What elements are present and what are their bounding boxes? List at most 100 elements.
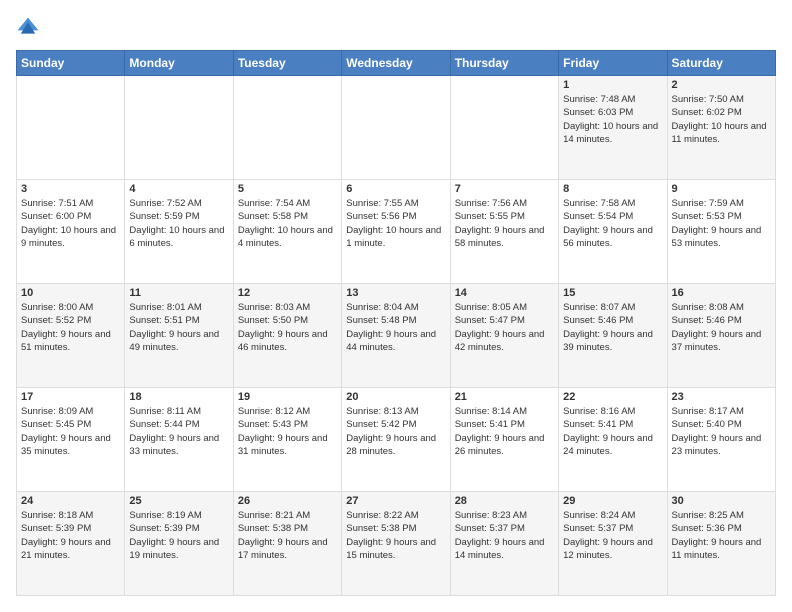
day-number: 4: [129, 183, 228, 195]
day-info-line: Daylight: 10 hours and 9 minutes.: [21, 225, 116, 249]
day-info-line: Daylight: 10 hours and 1 minute.: [346, 225, 441, 249]
day-info-line: Sunrise: 8:07 AM: [563, 302, 635, 313]
day-info-line: Sunset: 5:37 PM: [455, 523, 525, 534]
day-number: 12: [238, 287, 337, 299]
day-info-line: Sunrise: 7:48 AM: [563, 94, 635, 105]
day-info: Sunrise: 8:07 AMSunset: 5:46 PMDaylight:…: [563, 301, 662, 354]
calendar-cell: 11Sunrise: 8:01 AMSunset: 5:51 PMDayligh…: [125, 284, 233, 388]
day-info-line: Daylight: 9 hours and 19 minutes.: [129, 537, 219, 561]
day-info-line: Daylight: 9 hours and 42 minutes.: [455, 329, 545, 353]
day-info: Sunrise: 8:21 AMSunset: 5:38 PMDaylight:…: [238, 509, 337, 562]
calendar-cell: 8 Sunrise: 7:58 AMSunset: 5:54 PMDaylight…: [559, 180, 667, 284]
header: [16, 16, 776, 40]
day-info-line: Sunset: 5:56 PM: [346, 211, 416, 222]
calendar-cell: 4Sunrise: 7:52 AMSunset: 5:59 PMDaylight…: [125, 180, 233, 284]
day-info: Sunrise: 8:04 AM Sunset: 5:48 PM Daylight:…: [346, 301, 445, 354]
day-info-line: Daylight: 9 hours and 35 minutes.: [21, 433, 111, 457]
calendar-header-thursday: Thursday: [450, 51, 558, 76]
day-number: 22: [563, 391, 662, 403]
day-info-line: Daylight: 9 hours and 51 minutes.: [21, 329, 111, 353]
day-info: Sunrise: 8:11 AMSunset: 5:44 PMDaylight:…: [129, 405, 228, 458]
day-info-line: Sunrise: 8:21 AM: [238, 510, 310, 521]
day-number: 21: [455, 391, 554, 403]
calendar-header-monday: Monday: [125, 51, 233, 76]
calendar-cell: 27Sunrise: 8:22 AMSunset: 5:38 PMDayligh…: [342, 492, 450, 596]
day-info-line: Sunrise: 8:12 AM: [238, 406, 310, 417]
calendar-cell: [342, 76, 450, 180]
day-info-line: Sunrise: 7:58 AM: [563, 198, 635, 209]
day-info-line: Sunrise: 8:25 AM: [672, 510, 744, 521]
calendar-week-1: 3Sunrise: 7:51 AMSunset: 6:00 PMDaylight…: [17, 180, 776, 284]
day-number: 8: [563, 183, 662, 195]
day-info-line: Daylight: 9 hours and 44 minutes.: [346, 329, 436, 353]
calendar-cell: 25 Sunrise: 8:19 AMSunset: 5:39 PMDayligh…: [125, 492, 233, 596]
day-info-line: Sunset: 5:42 PM: [346, 419, 416, 430]
calendar-cell: 28Sunrise: 8:23 AMSunset: 5:37 PMDayligh…: [450, 492, 558, 596]
calendar-header-row: SundayMondayTuesdayWednesdayThursdayFrid…: [17, 51, 776, 76]
day-info-line: Sunset: 5:45 PM: [21, 419, 91, 430]
day-info-line: Sunrise: 8:22 AM: [346, 510, 418, 521]
day-info-line: Sunset: 5:47 PM: [455, 315, 525, 326]
day-info-line: Sunrise: 7:56 AM: [455, 198, 527, 209]
day-info: Sunrise: 8:19 AMSunset: 5:39 PMDaylight:…: [129, 509, 228, 562]
day-info-line: Daylight: 9 hours and 12 minutes.: [563, 537, 653, 561]
day-info-line: Sunrise: 8:18 AM: [21, 510, 93, 521]
day-info-line: Daylight: 9 hours and 56 minutes.: [563, 225, 653, 249]
day-info-line: Sunrise: 8:04 AM: [346, 302, 418, 313]
day-number: 25: [129, 495, 228, 507]
day-number: 16: [672, 287, 771, 299]
day-info: Sunrise: 8:23 AM Sunset: 5:37 PM Daylight:…: [455, 509, 554, 562]
day-info-line: Daylight: 10 hours and 4 minutes.: [238, 225, 333, 249]
calendar-cell: 10Sunrise: 8:00 AMSunset: 5:52 PMDayligh…: [17, 284, 125, 388]
day-info-line: Sunset: 5:52 PM: [21, 315, 91, 326]
day-number: 9: [672, 183, 771, 195]
day-info-line: Sunset: 5:39 PM: [129, 523, 199, 534]
day-info: Sunrise: 8:08 AMSunset: 5:46 PMDaylight:…: [672, 301, 771, 354]
calendar-cell: 17Sunrise: 8:09 AMSunset: 5:45 PMDayligh…: [17, 388, 125, 492]
day-info-line: Sunset: 5:59 PM: [129, 211, 199, 222]
day-info-line: Sunset: 5:41 PM: [455, 419, 525, 430]
calendar-cell: 15Sunrise: 8:07 AMSunset: 5:46 PMDayligh…: [559, 284, 667, 388]
calendar-header-wednesday: Wednesday: [342, 51, 450, 76]
calendar-cell: 21 Sunrise: 8:14 AMSunset: 5:41 PMDayligh…: [450, 388, 558, 492]
day-info: Sunrise: 7:55 AMSunset: 5:56 PMDaylight:…: [346, 197, 445, 250]
day-info: Sunrise: 7:56 AMSunset: 5:55 PMDaylight:…: [455, 197, 554, 250]
day-number: 19: [238, 391, 337, 403]
calendar-cell: 5Sunrise: 7:54 AMSunset: 5:58 PMDaylight…: [233, 180, 341, 284]
day-info-line: Daylight: 9 hours and 15 minutes.: [346, 537, 436, 561]
day-info-line: Daylight: 9 hours and 33 minutes.: [129, 433, 219, 457]
day-info-line: Daylight: 9 hours and 31 minutes.: [238, 433, 328, 457]
day-info: Sunrise: 8:24 AMSunset: 5:37 PMDaylight:…: [563, 509, 662, 562]
day-info-line: Sunrise: 8:05 AM: [455, 302, 527, 313]
day-info-line: Daylight: 9 hours and 49 minutes.: [129, 329, 219, 353]
day-info-line: Sunrise: 7:59 AM: [672, 198, 744, 209]
calendar-cell: 22Sunrise: 8:16 AMSunset: 5:41 PMDayligh…: [559, 388, 667, 492]
day-number: 24: [21, 495, 120, 507]
day-info: Sunrise: 8:14 AMSunset: 5:41 PMDaylight:…: [455, 405, 554, 458]
day-info-line: Daylight: 9 hours and 21 minutes.: [21, 537, 111, 561]
day-number: 18: [129, 391, 228, 403]
day-info: Sunrise: 7:58 AMSunset: 5:54 PMDaylight:…: [563, 197, 662, 250]
day-info-line: Sunrise: 8:24 AM: [563, 510, 635, 521]
calendar-header-tuesday: Tuesday: [233, 51, 341, 76]
day-info: Sunrise: 8:13 AMSunset: 5:42 PMDaylight:…: [346, 405, 445, 458]
day-number: 7: [455, 183, 554, 195]
day-info-line: Sunset: 5:48 PM: [346, 315, 416, 326]
day-info: Sunrise: 7:59 AMSunset: 5:53 PMDaylight:…: [672, 197, 771, 250]
day-info-line: Sunrise: 8:03 AM: [238, 302, 310, 313]
day-info-line: Sunset: 5:58 PM: [238, 211, 308, 222]
logo-icon: [16, 16, 40, 40]
day-info-line: Sunrise: 8:23 AM: [455, 510, 527, 521]
day-info-line: Daylight: 9 hours and 14 minutes.: [455, 537, 545, 561]
day-info: Sunrise: 8:17 AMSunset: 5:40 PMDaylight:…: [672, 405, 771, 458]
calendar-cell: 20Sunrise: 8:13 AMSunset: 5:42 PMDayligh…: [342, 388, 450, 492]
calendar-cell: 16 Sunrise: 8:08 AMSunset: 5:46 PMDayligh…: [667, 284, 775, 388]
calendar-cell: [125, 76, 233, 180]
day-info-line: Sunset: 5:55 PM: [455, 211, 525, 222]
calendar-header-friday: Friday: [559, 51, 667, 76]
day-info: Sunrise: 7:50 AMSunset: 6:02 PMDaylight:…: [672, 93, 771, 146]
calendar: SundayMondayTuesdayWednesdayThursdayFrid…: [16, 50, 776, 596]
calendar-cell: 24Sunrise: 8:18 AMSunset: 5:39 PMDayligh…: [17, 492, 125, 596]
calendar-header-sunday: Sunday: [17, 51, 125, 76]
calendar-cell: [450, 76, 558, 180]
